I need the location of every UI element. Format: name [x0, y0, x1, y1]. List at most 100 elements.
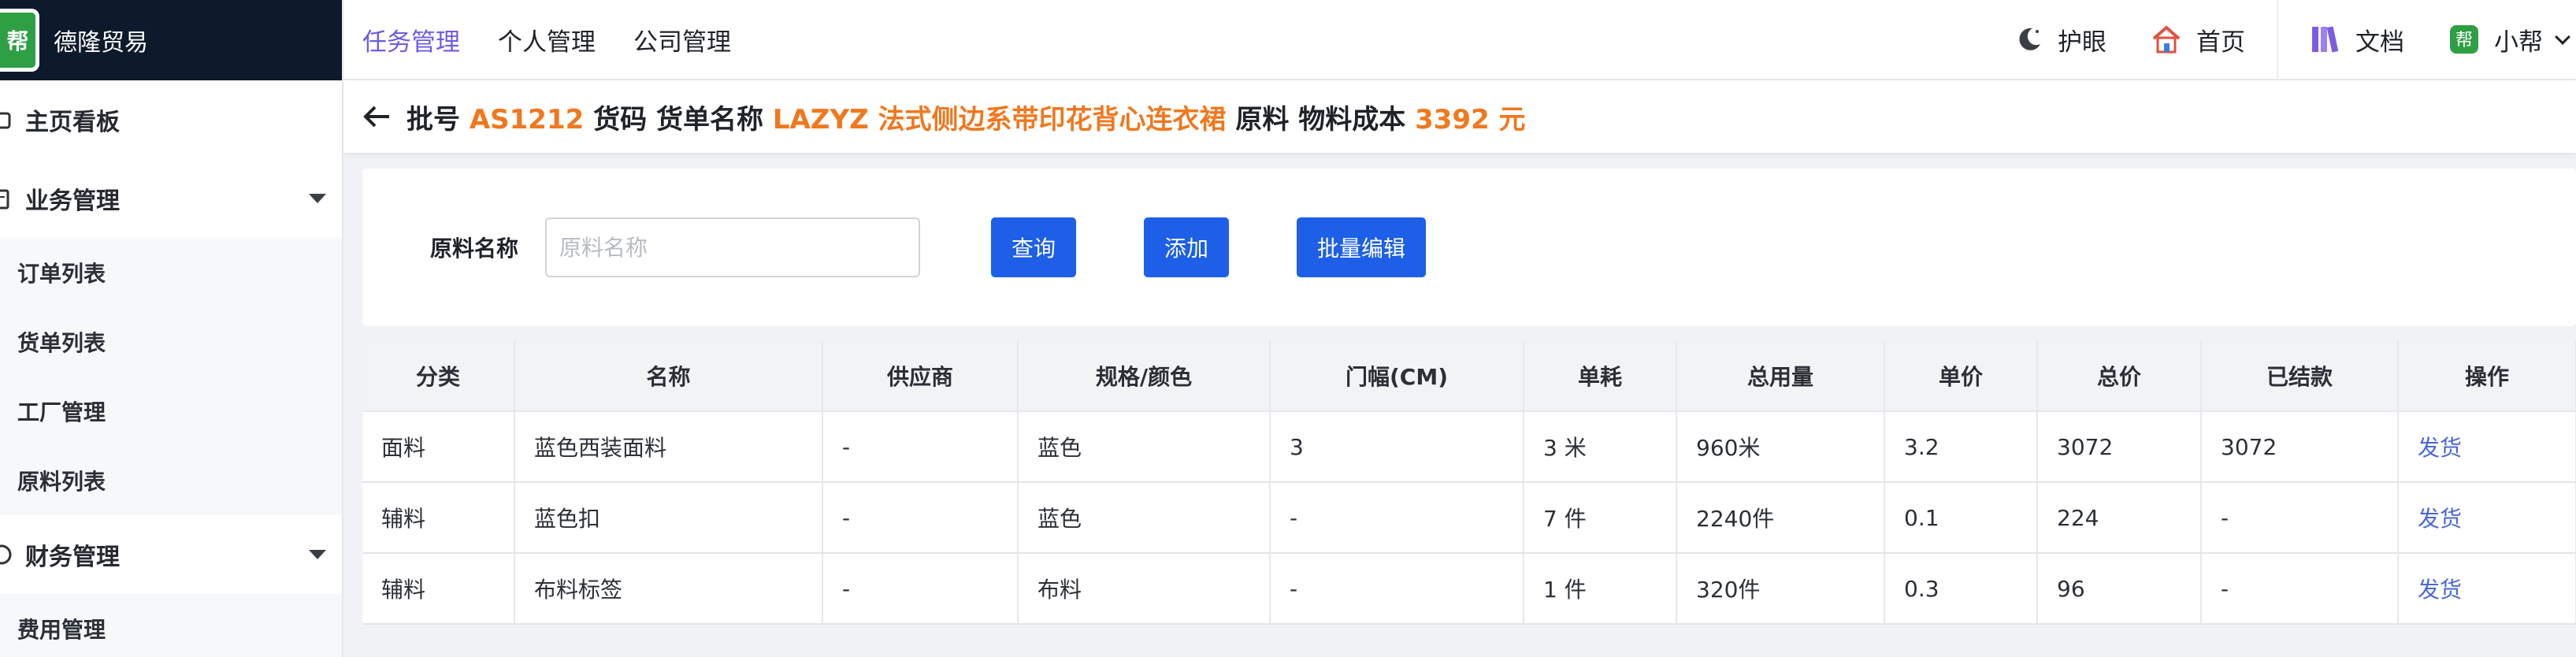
column-header[interactable]: 单价 — [1884, 340, 2038, 412]
column-header[interactable]: 规格/颜色 — [1018, 340, 1271, 412]
eye-care-label: 护眼 — [2058, 28, 2106, 57]
sidebar-group-finance[interactable]: 财务管理 — [0, 515, 342, 594]
cell-supplier: - — [822, 411, 1019, 483]
cell-width: - — [1270, 553, 1524, 625]
docs-button[interactable]: 文档 — [2310, 22, 2404, 58]
cell-width: 3 — [1270, 411, 1524, 483]
column-header[interactable]: 分类 — [362, 340, 515, 412]
docs-label: 文档 — [2355, 28, 2404, 57]
dashboard-icon — [0, 109, 14, 131]
table-row: 辅料 蓝色扣 - 蓝色 - 7 件 2240件 0.1 224 - 发货 — [362, 482, 2576, 554]
chevron-down-icon[interactable] — [309, 550, 326, 559]
table-header-row: 分类 名称 供应商 规格/颜色 门幅(CM) 单耗 总用量 单价 总价 已结款 … — [362, 340, 2576, 412]
sidebar-group-business[interactable]: 业务管理 — [0, 159, 342, 238]
cell-paid: - — [2201, 482, 2399, 554]
sidebar-item-materials[interactable]: 原料列表 — [0, 446, 342, 515]
home-label: 首页 — [2196, 28, 2245, 57]
cell-unit-price: 0.1 — [1884, 482, 2038, 554]
search-label: 原料名称 — [430, 236, 519, 262]
cell-total-price: 3072 — [2037, 411, 2202, 483]
topbar: 任务管理 个人管理 公司管理 护眼 首页 文档 帮 小帮 — [343, 0, 2576, 80]
cell-category: 辅料 — [362, 553, 515, 625]
column-header[interactable]: 已结款 — [2201, 340, 2399, 412]
cell-category: 辅料 — [362, 482, 515, 554]
cell-category: 面料 — [362, 411, 515, 483]
cell-supplier: - — [822, 482, 1019, 554]
document-icon — [0, 187, 14, 210]
name-value: LAZYZ 法式侧边系带印花背心连衣裙 — [772, 103, 1227, 135]
column-header[interactable]: 供应商 — [822, 340, 1019, 412]
ship-link[interactable]: 发货 — [2398, 553, 2576, 625]
home-button[interactable]: 首页 — [2151, 22, 2245, 58]
top-right-tools: 护眼 首页 文档 帮 小帮 — [2015, 0, 2576, 80]
cell-total-price: 96 — [2037, 553, 2202, 625]
name-label: 货单名称 — [655, 103, 763, 135]
cell-unit-price: 0.3 — [1884, 553, 2038, 625]
add-button[interactable]: 添加 — [1144, 217, 1229, 277]
cell-name: 蓝色扣 — [514, 482, 823, 554]
cell-unit-usage: 7 件 — [1524, 482, 1677, 554]
divider — [2277, 0, 2278, 80]
eye-care-button[interactable]: 护眼 — [2015, 22, 2106, 58]
page-title: 批号 AS1212 货码 货单名称 LAZYZ 法式侧边系带印花背心连衣裙 原料… — [406, 98, 1526, 136]
column-header[interactable]: 单耗 — [1524, 340, 1677, 412]
table-row: 面料 蓝色西装面料 - 蓝色 3 3 米 960米 3.2 3072 3072 … — [362, 411, 2576, 483]
user-name: 小帮 — [2494, 28, 2543, 57]
sidebar-item-home[interactable]: 主页看板 — [0, 80, 342, 159]
sidebar-item-shipments[interactable]: 货单列表 — [0, 307, 342, 377]
chevron-down-icon[interactable] — [2555, 29, 2570, 45]
cell-paid: - — [2201, 553, 2399, 625]
back-arrow-icon[interactable] — [362, 102, 391, 131]
column-header[interactable]: 门幅(CM) — [1270, 340, 1524, 412]
cell-width: - — [1270, 482, 1524, 554]
sidebar-item-orders[interactable]: 订单列表 — [0, 238, 342, 307]
chevron-down-icon[interactable] — [309, 194, 326, 203]
page-header: 批号 AS1212 货码 货单名称 LAZYZ 法式侧边系带印花背心连衣裙 原料… — [343, 80, 2576, 153]
batch-edit-button[interactable]: 批量编辑 — [1297, 217, 1426, 277]
cell-spec: 蓝色 — [1018, 482, 1271, 554]
column-header[interactable]: 总价 — [2037, 340, 2202, 412]
top-nav: 任务管理 个人管理 公司管理 — [343, 0, 750, 79]
code-label: 货码 — [593, 103, 648, 135]
user-avatar-text: 帮 — [2455, 31, 2473, 50]
query-button[interactable]: 查询 — [991, 217, 1076, 277]
column-header[interactable]: 名称 — [514, 340, 823, 412]
cell-unit-usage: 3 米 — [1524, 411, 1677, 483]
tab-personal-management[interactable]: 个人管理 — [498, 22, 596, 58]
tab-task-management[interactable]: 任务管理 — [362, 22, 460, 58]
submenu-finance: 费用管理 — [0, 594, 342, 657]
sidebar: 帮 德隆贸易 主页看板 业务管理 订单列表 货单列表 工厂管理 原料列表 财务管… — [0, 0, 343, 657]
brand-name[interactable]: 德隆贸易 — [54, 23, 148, 58]
sidebar-item-expenses[interactable]: 费用管理 — [0, 594, 342, 657]
user-menu[interactable]: 帮 小帮 — [2448, 22, 2570, 58]
cell-name: 蓝色西装面料 — [514, 411, 823, 483]
batch-label: 批号 — [406, 103, 460, 135]
cell-name: 布料标签 — [514, 553, 823, 625]
table-row: 辅料 布料标签 - 布料 - 1 件 320件 0.3 96 - 发货 — [362, 553, 2576, 625]
cell-unit-price: 3.2 — [1884, 411, 2038, 483]
tab-company-management[interactable]: 公司管理 — [633, 22, 731, 58]
house-icon — [2151, 24, 2182, 54]
cell-total-price: 224 — [2037, 482, 2202, 554]
cost-label: 物料成本 — [1298, 103, 1406, 135]
material-label: 原料 — [1235, 103, 1290, 135]
sidebar-item-factories[interactable]: 工厂管理 — [0, 377, 342, 446]
brand-bar: 帮 德隆贸易 — [0, 0, 342, 80]
sidebar-group-label: 业务管理 — [25, 187, 120, 215]
brand-logo-icon[interactable]: 帮 — [0, 9, 39, 72]
cost-value: 3392 元 — [1415, 103, 1526, 135]
materials-table: 分类 名称 供应商 规格/颜色 门幅(CM) 单耗 总用量 单价 总价 已结款 … — [362, 340, 2576, 625]
user-avatar-icon: 帮 — [2448, 24, 2480, 55]
cell-supplier: - — [822, 553, 1019, 625]
ship-link[interactable]: 发货 — [2398, 411, 2576, 483]
sidebar-item-label: 主页看板 — [25, 109, 120, 136]
search-card: 原料名称 查询 添加 批量编辑 — [362, 169, 2576, 326]
cell-spec: 蓝色 — [1018, 411, 1271, 483]
material-name-input[interactable] — [545, 217, 920, 277]
ship-link[interactable]: 发货 — [2398, 482, 2576, 554]
column-header[interactable]: 操作 — [2398, 340, 2576, 412]
sidebar-group-label: 财务管理 — [25, 544, 120, 571]
cell-paid: 3072 — [2201, 411, 2399, 483]
column-header[interactable]: 总用量 — [1676, 340, 1885, 412]
submenu-business: 订单列表 货单列表 工厂管理 原料列表 — [0, 238, 342, 515]
